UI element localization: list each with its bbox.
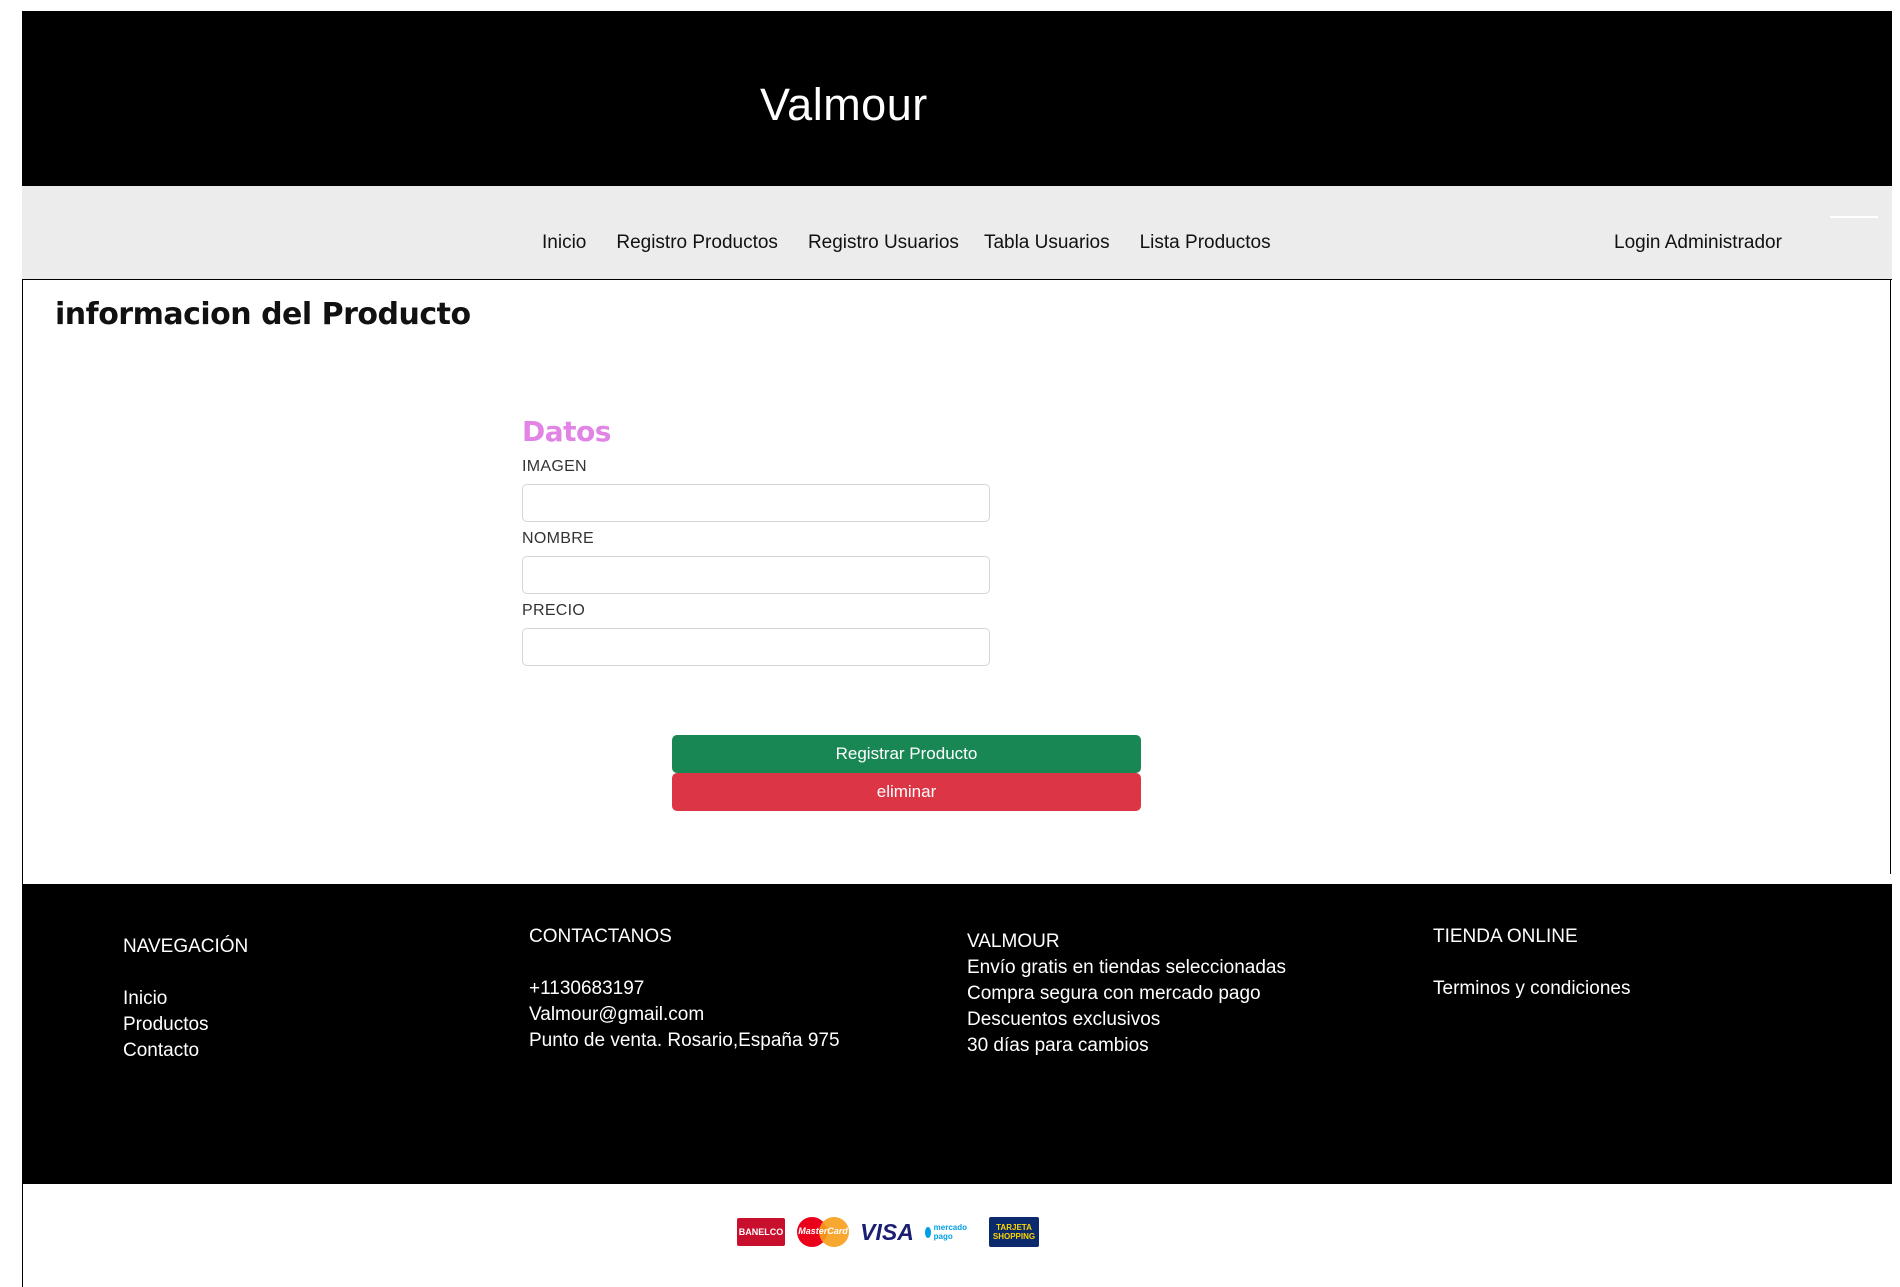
footer-valmour-title: VALMOUR bbox=[967, 931, 1060, 952]
brand-title[interactable]: Valmour bbox=[760, 79, 928, 131]
mercadopago-logo: mercado pago bbox=[925, 1222, 967, 1242]
payment-methods: BANELCO MasterCard VISA mercado pago TAR… bbox=[737, 1217, 1039, 1247]
main-navbar: Inicio Registro Productos Registro Usuar… bbox=[22, 186, 1892, 280]
site-header: Valmour bbox=[22, 11, 1892, 186]
footer-link-contacto[interactable]: Contacto bbox=[123, 1038, 248, 1064]
footer-tienda-title: TIENDA ONLINE bbox=[1433, 926, 1578, 947]
nav-link-inicio[interactable]: Inicio bbox=[542, 232, 586, 254]
footer-nav-title: NAVEGACIÓN bbox=[123, 936, 249, 957]
footer-valmour-column: VALMOUR Envío gratis en tiendas seleccio… bbox=[967, 929, 1286, 1059]
visa-logo: VISA bbox=[860, 1218, 914, 1245]
footer-valmour-item: Compra segura con mercado pago bbox=[967, 983, 1261, 1004]
footer-email[interactable]: Valmour@gmail.com bbox=[529, 1002, 840, 1028]
nav-link-tabla-usuarios[interactable]: Tabla Usuarios bbox=[984, 232, 1110, 254]
register-product-button[interactable]: Registrar Producto bbox=[672, 735, 1141, 773]
nav-link-registro-productos[interactable]: Registro Productos bbox=[616, 232, 778, 254]
product-form: Datos IMAGEN NOMBRE PRECIO bbox=[522, 415, 992, 698]
footer-phone: +1130683197 bbox=[529, 978, 645, 999]
footer-link-productos[interactable]: Productos bbox=[123, 1012, 248, 1038]
site-footer: NAVEGACIÓN Inicio Productos Contacto CON… bbox=[22, 884, 1892, 1184]
mastercard-logo: MasterCard bbox=[797, 1217, 849, 1247]
imagen-label: IMAGEN bbox=[522, 458, 587, 475]
nombre-input[interactable] bbox=[522, 556, 990, 594]
form-heading: Datos bbox=[522, 415, 611, 448]
footer-valmour-item: Descuentos exclusivos bbox=[967, 1009, 1161, 1030]
footer-valmour-item: 30 días para cambios bbox=[967, 1035, 1149, 1056]
login-admin-link[interactable]: Login Administrador bbox=[1614, 232, 1782, 254]
footer-link-inicio[interactable]: Inicio bbox=[123, 986, 248, 1012]
nombre-label: NOMBRE bbox=[522, 530, 595, 547]
footer-link-terminos[interactable]: Terminos y condiciones bbox=[1433, 976, 1630, 1002]
footer-tienda-column: TIENDA ONLINE Terminos y condiciones bbox=[1433, 924, 1630, 1002]
footer-contact-column: CONTACTANOS +1130683197 Valmour@gmail.co… bbox=[529, 924, 840, 1054]
content-border bbox=[1890, 279, 1891, 874]
menu-toggle-icon[interactable] bbox=[1830, 216, 1878, 221]
mercadopago-text: mercado pago bbox=[933, 1223, 967, 1241]
mastercard-text: MasterCard bbox=[798, 1226, 848, 1236]
page-title: informacion del Producto bbox=[55, 297, 471, 332]
footer-nav-column: NAVEGACIÓN Inicio Productos Contacto bbox=[123, 934, 248, 1064]
banelco-logo: BANELCO bbox=[737, 1218, 785, 1246]
precio-label: PRECIO bbox=[522, 602, 586, 619]
nav-links: Inicio Registro Productos Registro Usuar… bbox=[542, 232, 1301, 254]
delete-button[interactable]: eliminar bbox=[672, 773, 1141, 811]
imagen-input[interactable] bbox=[522, 484, 990, 522]
footer-address: Punto de venta. Rosario,España 975 bbox=[529, 1030, 840, 1051]
footer-contact-title: CONTACTANOS bbox=[529, 926, 672, 947]
nav-link-lista-productos[interactable]: Lista Productos bbox=[1140, 232, 1271, 254]
tarjeta-shopping-logo: TARJETA SHOPPING bbox=[989, 1217, 1039, 1247]
footer-valmour-item: Envío gratis en tiendas seleccionadas bbox=[967, 957, 1286, 978]
precio-input[interactable] bbox=[522, 628, 990, 666]
nav-link-registro-usuarios[interactable]: Registro Usuarios bbox=[808, 232, 959, 254]
